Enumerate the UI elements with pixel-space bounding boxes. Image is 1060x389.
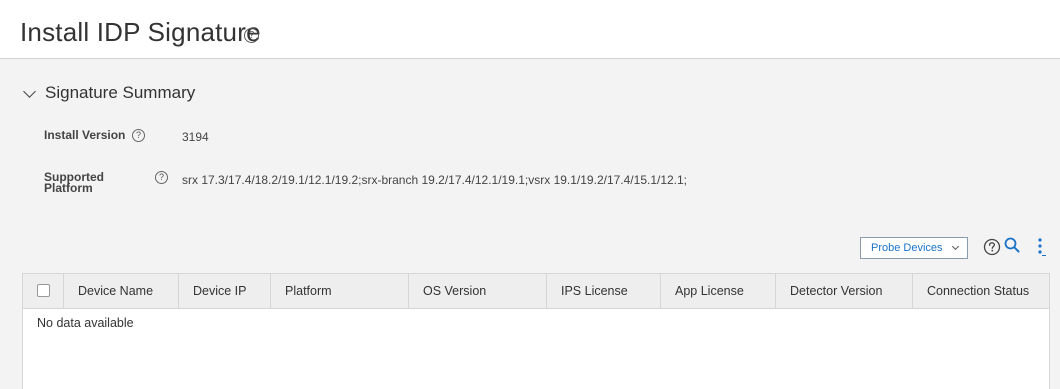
install-version-help-icon[interactable]: ? [132, 129, 145, 142]
empty-message: No data available [37, 316, 134, 330]
probe-devices-dropdown[interactable]: Probe Devices [860, 237, 968, 259]
search-icon[interactable] [1003, 236, 1021, 254]
page-title: Install IDP Signature [20, 17, 261, 47]
column-header-app-license[interactable]: App License [661, 274, 776, 308]
column-header-os-version[interactable]: OS Version [409, 274, 547, 308]
chevron-down-icon [951, 242, 960, 251]
devices-grid: Device Name Device IP Platform OS Versio… [22, 273, 1050, 389]
section-title: Signature Summary [45, 83, 196, 102]
supported-platform-help-icon[interactable]: ? [155, 171, 168, 184]
install-version-value: 3194 [182, 130, 209, 144]
title-help-icon[interactable]: ? [244, 28, 259, 43]
column-header-ips-license[interactable]: IPS License [547, 274, 661, 308]
supported-platform-value: srx 17.3/17.4/18.2/19.1/12.1/19.2;srx-br… [182, 173, 688, 187]
column-header-connection-status[interactable]: Connection Status [913, 274, 1049, 308]
install-version-label: Install Version [44, 128, 126, 142]
column-header-device-ip[interactable]: Device IP [179, 274, 271, 308]
supported-platform-label-line2: Platform [44, 181, 93, 195]
page-header: Install IDP Signature ? [0, 0, 1060, 59]
column-header-platform[interactable]: Platform [271, 274, 409, 308]
help-icon[interactable] [983, 238, 1001, 256]
chevron-down-icon [23, 84, 36, 98]
grid-header: Device Name Device IP Platform OS Versio… [23, 274, 1049, 309]
select-all-cell [23, 274, 64, 308]
probe-devices-label: Probe Devices [871, 242, 943, 254]
more-vertical-icon[interactable] [1034, 237, 1046, 257]
column-header-detector-version[interactable]: Detector Version [776, 274, 913, 308]
column-header-device-name[interactable]: Device Name [64, 274, 179, 308]
select-all-checkbox[interactable] [37, 284, 50, 297]
signature-summary-toggle[interactable]: Signature Summary [22, 83, 195, 103]
